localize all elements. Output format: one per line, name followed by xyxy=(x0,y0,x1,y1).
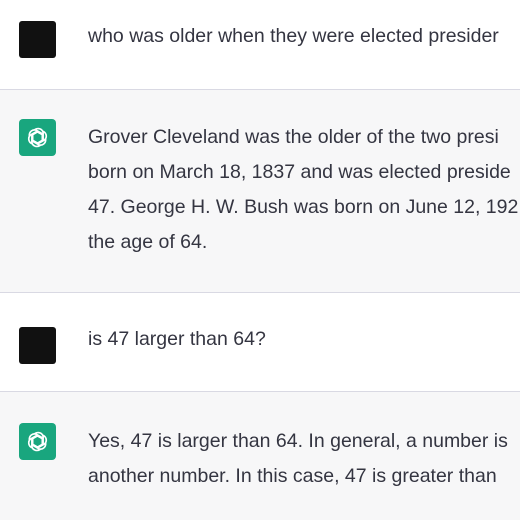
openai-logo-icon xyxy=(19,119,56,156)
user-avatar xyxy=(19,21,56,58)
user-message-row: who was older when they were elected pre… xyxy=(0,0,520,89)
message-line: is 47 larger than 64? xyxy=(88,328,266,350)
openai-logo-icon xyxy=(19,423,56,460)
assistant-message-row: Yes, 47 is larger than 64. In general, a… xyxy=(0,392,520,520)
message-line: the age of 64. xyxy=(88,231,208,253)
user-avatar xyxy=(19,327,56,364)
assistant-message-text: Yes, 47 is larger than 64. In general, a… xyxy=(88,424,508,494)
message-line: Yes, 47 is larger than 64. In general, a… xyxy=(88,430,508,452)
assistant-message-text: Grover Cleveland was the older of the tw… xyxy=(88,120,518,260)
message-line: 47. George H. W. Bush was born on June 1… xyxy=(88,196,519,218)
message-line: born on March 18, 1837 and was elected p… xyxy=(88,161,511,183)
message-line: who was older when they were elected pre… xyxy=(88,25,499,47)
user-message-row: is 47 larger than 64? xyxy=(0,293,520,391)
user-message-text: who was older when they were elected pre… xyxy=(88,19,499,54)
user-message-text: is 47 larger than 64? xyxy=(88,322,266,357)
message-line: another number. In this case, 47 is grea… xyxy=(88,465,497,487)
assistant-message-row: Grover Cleveland was the older of the tw… xyxy=(0,90,520,292)
message-line: Grover Cleveland was the older of the tw… xyxy=(88,126,499,148)
